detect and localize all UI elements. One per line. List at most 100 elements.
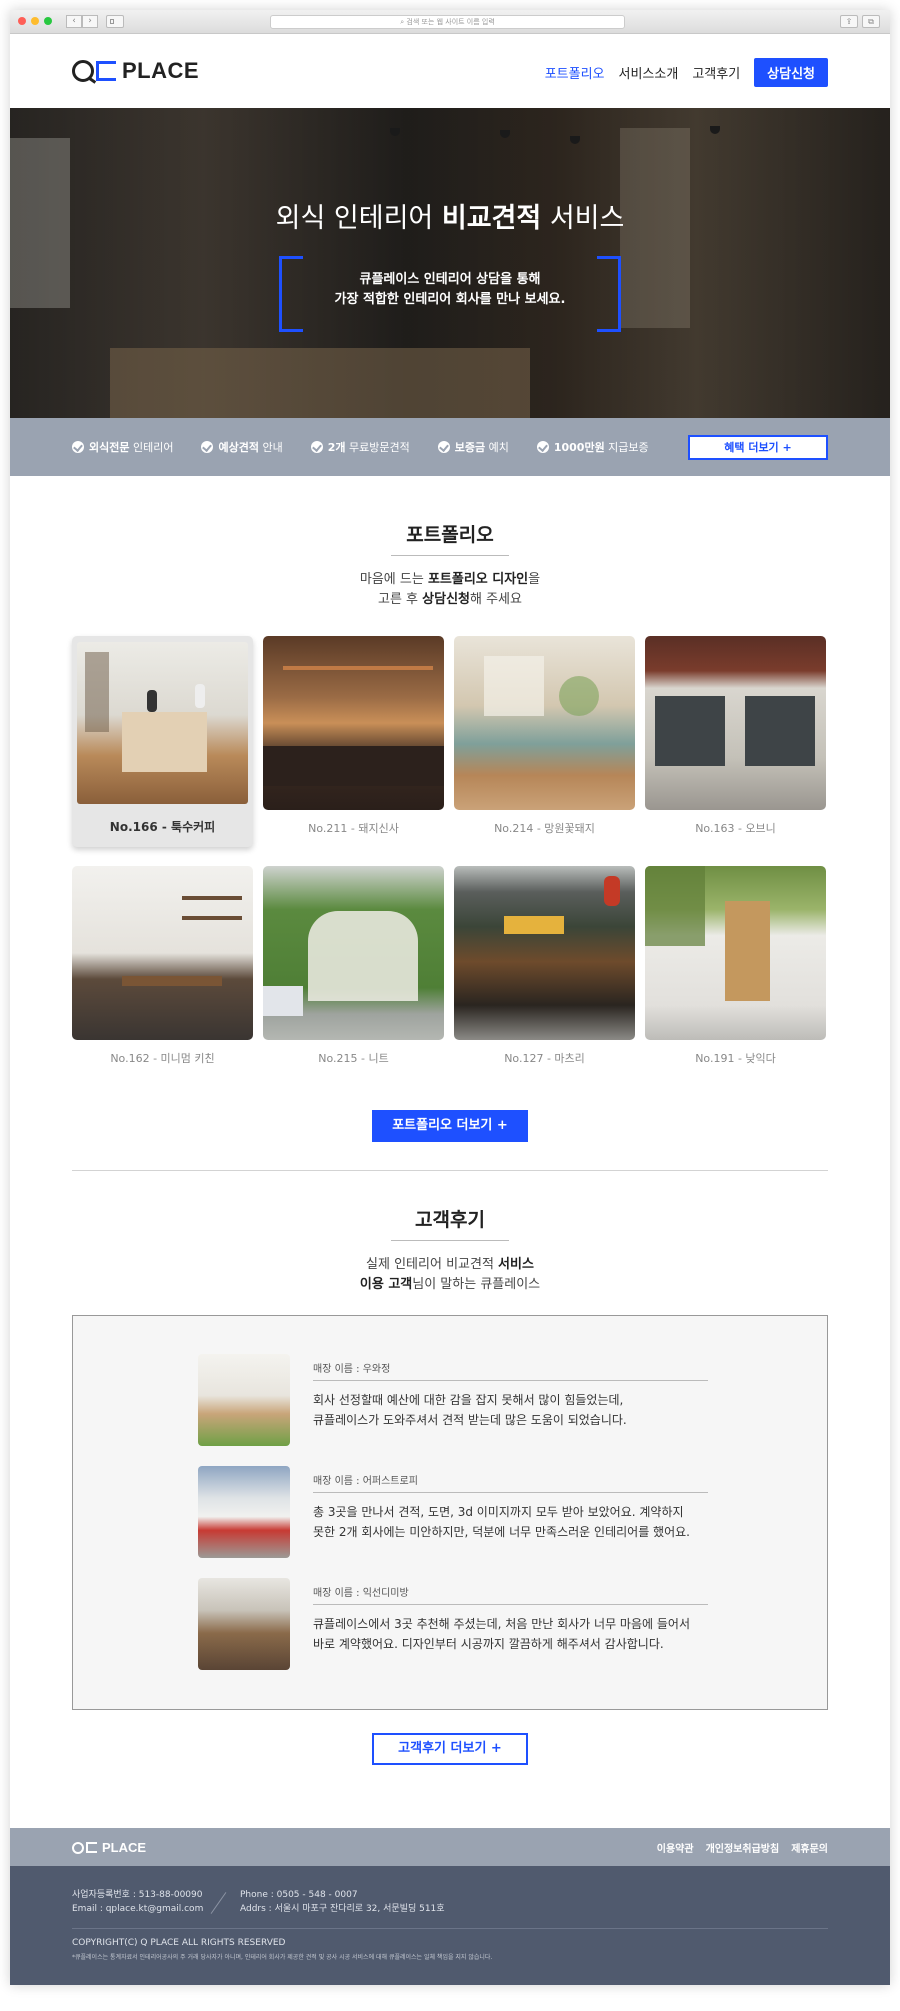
hero-photo-detail bbox=[390, 128, 400, 136]
review-item: 매장 이름 : 익선디미방 큐플레이스에서 3곳 추천해 주셨는데, 처음 만난… bbox=[198, 1578, 708, 1670]
check-circle-icon bbox=[536, 441, 549, 453]
portfolio-thumbnail bbox=[263, 866, 444, 1040]
portfolio-card[interactable]: No.191 - 낮익다 bbox=[645, 866, 826, 1066]
footer-divider bbox=[72, 1928, 828, 1929]
close-window-button[interactable] bbox=[18, 17, 26, 25]
window-controls bbox=[18, 17, 52, 25]
review-divider bbox=[313, 1380, 708, 1381]
consult-button[interactable]: 상담신청 bbox=[754, 58, 828, 87]
portfolio-caption: No.162 - 미니멈 키친 bbox=[110, 1052, 215, 1065]
portfolio-more-button[interactable]: 포트폴리오 더보기 + bbox=[372, 1110, 528, 1142]
site-header: PLACE 포트폴리오 서비스소개 고객후기 상담신청 bbox=[10, 34, 890, 108]
title-divider bbox=[391, 1240, 509, 1241]
portfolio-thumbnail bbox=[263, 636, 444, 810]
footer-info: 사업자등록번호 : 513-88-00090 Email : qplace.kt… bbox=[10, 1866, 890, 1985]
address-bar[interactable]: ⌕ 검색 또는 웹 사이트 이름 입력 bbox=[270, 15, 625, 29]
hero-photo-detail bbox=[710, 126, 720, 134]
check-circle-icon bbox=[437, 441, 450, 453]
reviews-title: 고객후기 bbox=[415, 1209, 485, 1231]
footer-links: 이용약관 개인정보취급방침 제휴문의 bbox=[657, 1840, 828, 1855]
address-placeholder: 검색 또는 웹 사이트 이름 입력 bbox=[406, 18, 495, 26]
portfolio-thumbnail bbox=[454, 866, 635, 1040]
hero-photo-detail bbox=[570, 136, 580, 144]
sidebar-toggle-button[interactable] bbox=[106, 15, 124, 28]
check-circle-icon bbox=[201, 441, 214, 453]
portfolio-card[interactable]: No.166 - 툭수커피 bbox=[72, 636, 253, 847]
review-item: 매장 이름 : 어퍼스트로피 총 3곳을 만나서 견적, 도면, 3d 이미지까… bbox=[198, 1466, 708, 1558]
section-divider bbox=[72, 1170, 828, 1171]
site-logo[interactable]: PLACE bbox=[72, 58, 199, 84]
portfolio-title: 포트폴리오 bbox=[406, 524, 494, 546]
benefit-item: 예상견적 안내 bbox=[201, 439, 283, 455]
portfolio-card[interactable]: No.162 - 미니멈 키친 bbox=[72, 866, 253, 1066]
forward-button[interactable]: › bbox=[82, 15, 98, 28]
share-button[interactable]: ⇪ bbox=[840, 15, 858, 28]
main-nav: 포트폴리오 서비스소개 고객후기 상담신청 bbox=[545, 58, 828, 87]
hero-subtitle: 큐플레이스 인테리어 상담을 통해 가장 적합한 인테리어 회사를 만나 보세요… bbox=[334, 272, 566, 307]
portfolio-card[interactable]: No.214 - 망원꽃돼지 bbox=[454, 636, 635, 836]
footer-disclaimer: *큐플레이스는 통계자료서 인테리어공사의 주 거래 당사자가 아니며, 인테리… bbox=[72, 1954, 493, 1961]
portfolio-card[interactable]: No.163 - 오브니 bbox=[645, 636, 826, 836]
portfolio-caption: No.214 - 망원꽃돼지 bbox=[494, 822, 595, 835]
nav-service[interactable]: 서비스소개 bbox=[619, 63, 679, 82]
portfolio-thumbnail bbox=[645, 636, 826, 810]
review-store-name: 매장 이름 : 어퍼스트로피 bbox=[313, 1476, 418, 1487]
review-thumbnail bbox=[198, 1354, 290, 1446]
browser-toolbar: ‹ › ⌕ 검색 또는 웹 사이트 이름 입력 ⇪ ⧉ bbox=[10, 10, 890, 34]
portfolio-thumbnail bbox=[454, 636, 635, 810]
sidebar-icon bbox=[110, 19, 114, 24]
footer-contact-info: Phone : 0505 - 548 - 0007 Addrs : 서울시 마포… bbox=[240, 1890, 445, 1914]
nav-reviews[interactable]: 고객후기 bbox=[692, 63, 740, 82]
portfolio-thumbnail bbox=[77, 642, 248, 804]
footer-link-partnership[interactable]: 제휴문의 bbox=[791, 1840, 828, 1855]
portfolio-caption: No.215 - 니트 bbox=[318, 1052, 389, 1065]
benefit-item: 외식전문 인테리어 bbox=[72, 439, 173, 455]
logo-text: PLACE bbox=[122, 58, 200, 83]
footer-logo-text: PLACE bbox=[102, 1840, 147, 1855]
hero-photo-detail bbox=[500, 130, 510, 138]
review-thumbnail bbox=[198, 1466, 290, 1558]
portfolio-thumbnail bbox=[645, 866, 826, 1040]
review-divider bbox=[313, 1604, 708, 1605]
footer-link-terms[interactable]: 이용약관 bbox=[657, 1840, 694, 1855]
benefit-item: 2개 무료방문견적 bbox=[310, 439, 410, 455]
check-circle-icon bbox=[72, 441, 84, 453]
review-text: 큐플레이스에서 3곳 추천해 주셨는데, 처음 만난 회사가 너무 마음에 들어… bbox=[313, 1617, 690, 1651]
maximize-window-button[interactable] bbox=[44, 17, 52, 25]
reviews-box: 매장 이름 : 우와정 회사 선정할때 예산에 대한 감을 잡지 못해서 많이 … bbox=[72, 1315, 828, 1710]
back-button[interactable]: ‹ bbox=[66, 15, 82, 28]
review-text: 총 3곳을 만나서 견적, 도면, 3d 이미지까지 모두 받아 보았어요. 계… bbox=[313, 1505, 690, 1539]
benefits-more-button[interactable]: 혜택 더보기 + bbox=[688, 435, 828, 460]
portfolio-card[interactable]: No.127 - 마츠리 bbox=[454, 866, 635, 1066]
portfolio-card[interactable]: No.211 - 돼지신사 bbox=[263, 636, 444, 836]
reviews-more-button[interactable]: 고객후기 더보기 + bbox=[372, 1733, 528, 1765]
review-store-name: 매장 이름 : 익선디미방 bbox=[313, 1588, 409, 1599]
footer-top-bar: PLACE 이용약관 개인정보취급방침 제휴문의 bbox=[10, 1828, 890, 1866]
browser-window: ‹ › ⌕ 검색 또는 웹 사이트 이름 입력 ⇪ ⧉ PLACE 포트폴리오 … bbox=[10, 10, 890, 1985]
portfolio-caption: No.211 - 돼지신사 bbox=[308, 822, 399, 835]
review-divider bbox=[313, 1492, 708, 1493]
hero-banner: 외식 인테리어 비교견적 서비스 큐플레이스 인테리어 상담을 통해 가장 적합… bbox=[10, 108, 890, 418]
minimize-window-button[interactable] bbox=[31, 17, 39, 25]
portfolio-card[interactable]: No.215 - 니트 bbox=[263, 866, 444, 1066]
hero-photo-detail bbox=[110, 348, 530, 418]
hero-title: 외식 인테리어 비교견적 서비스 bbox=[275, 203, 625, 234]
portfolio-caption: No.163 - 오브니 bbox=[695, 822, 776, 835]
tabs-button[interactable]: ⧉ bbox=[862, 15, 880, 28]
footer-copyright: COPYRIGHT(C) Q PLACE ALL RIGHTS RESERVED bbox=[72, 1938, 286, 1948]
review-text: 회사 선정할때 예산에 대한 감을 잡지 못해서 많이 힘들었는데, 큐플레이스가… bbox=[313, 1393, 627, 1427]
reviews-subtitle: 실제 인테리어 비교견적 서비스 이용 고객님이 말하는 큐플레이스 bbox=[359, 1257, 541, 1292]
footer-logo[interactable]: PLACE bbox=[72, 1840, 146, 1855]
review-store-name: 매장 이름 : 우와정 bbox=[313, 1364, 391, 1375]
logo-mark-icon bbox=[72, 1841, 84, 1854]
nav-portfolio[interactable]: 포트폴리오 bbox=[545, 63, 605, 82]
benefit-item: 1000만원 지급보증 bbox=[536, 439, 649, 455]
benefits-bar: 외식전문 인테리어 예상견적 안내 2개 무료방문견적 보증금 예치 1000만… bbox=[10, 418, 890, 476]
logo-mark-icon bbox=[72, 60, 116, 82]
title-divider bbox=[391, 555, 509, 556]
footer-link-privacy[interactable]: 개인정보취급방침 bbox=[706, 1840, 780, 1855]
footer-company-info: 사업자등록번호 : 513-88-00090 Email : qplace.kt… bbox=[72, 1890, 204, 1914]
review-item: 매장 이름 : 우와정 회사 선정할때 예산에 대한 감을 잡지 못해서 많이 … bbox=[198, 1354, 708, 1446]
portfolio-caption: No.166 - 툭수커피 bbox=[109, 820, 216, 834]
check-circle-icon bbox=[310, 441, 323, 453]
